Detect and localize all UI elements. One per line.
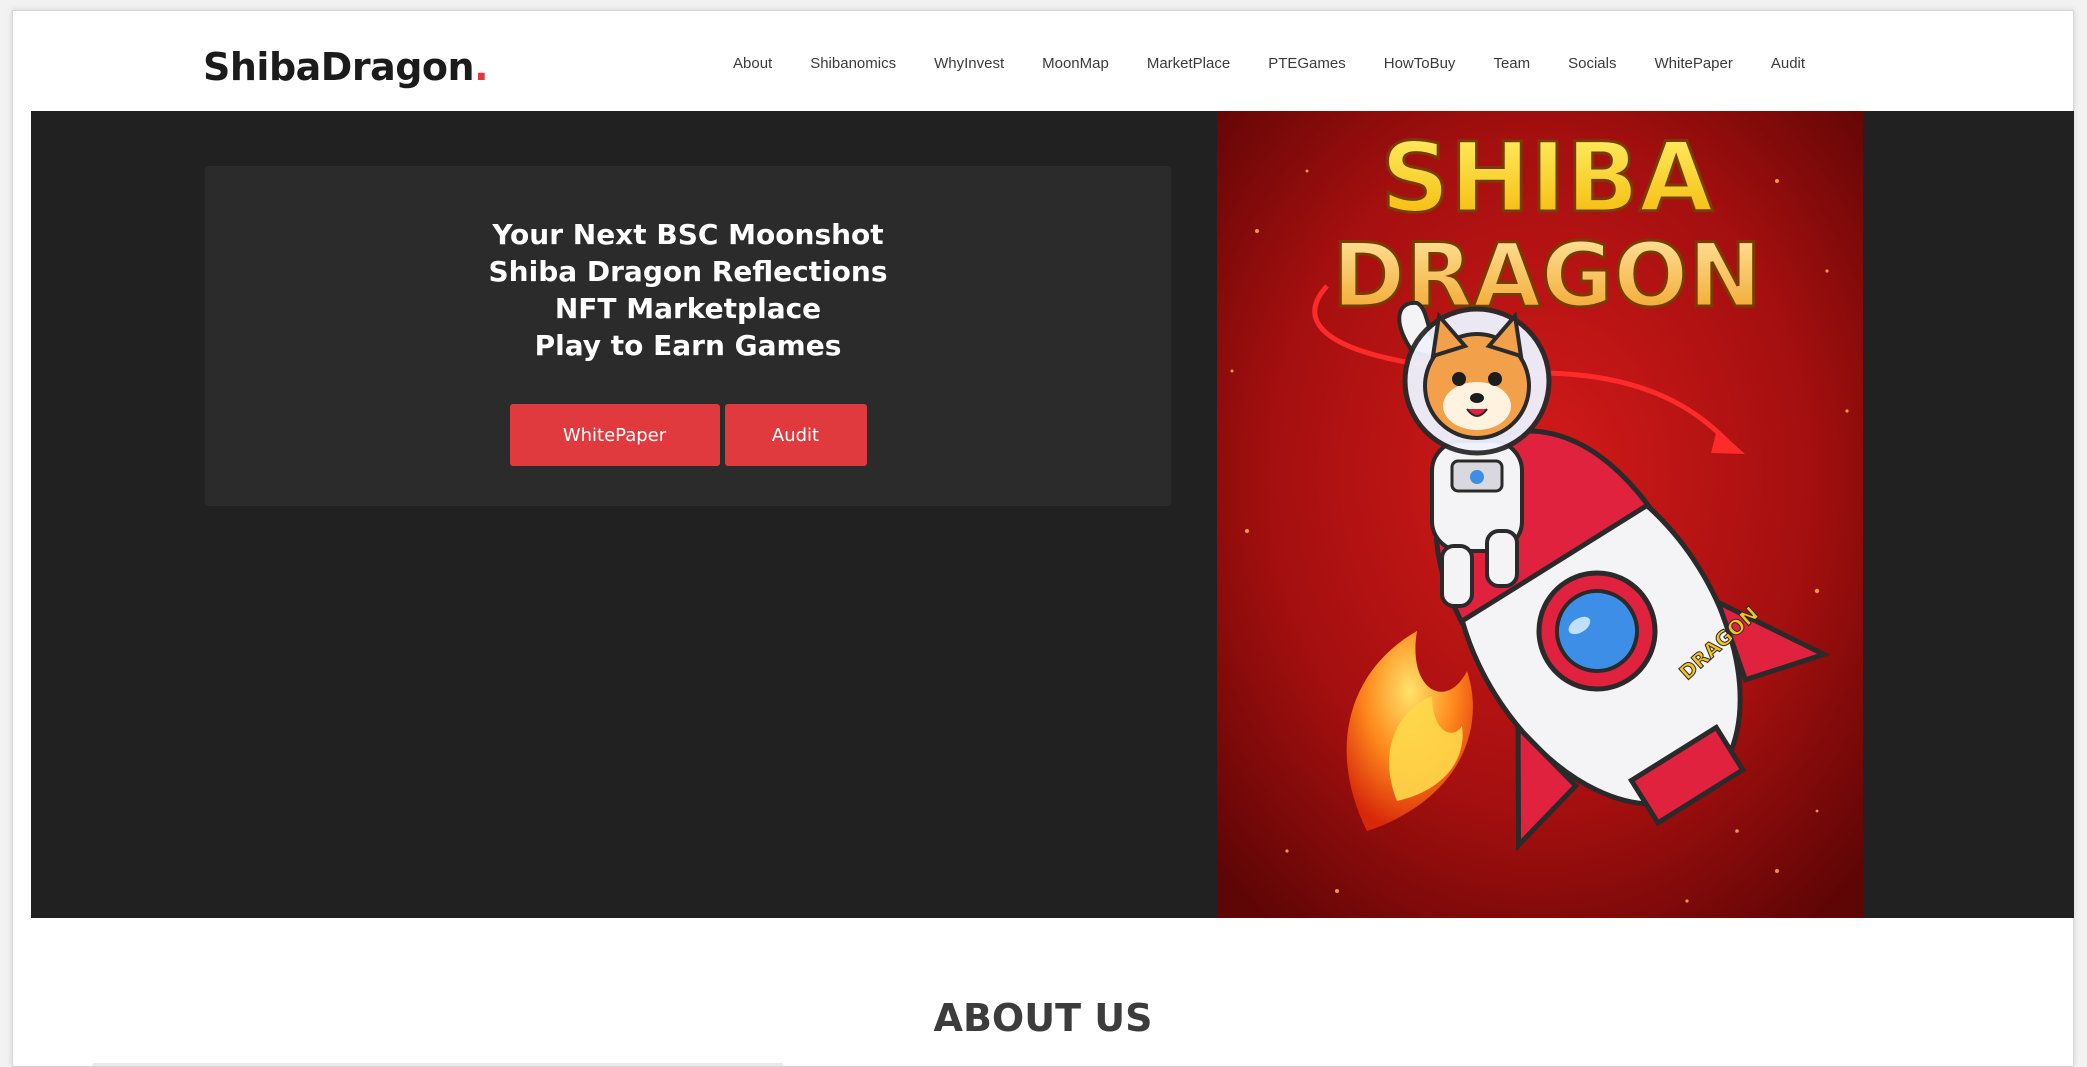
hero-line-games: Play to Earn Games — [534, 329, 842, 362]
nav-item-moonmap[interactable]: MoonMap — [1042, 55, 1109, 72]
nav-item-ptegames[interactable]: PTEGames — [1268, 55, 1346, 72]
nav-item-audit[interactable]: Audit — [1771, 55, 1805, 72]
brand-name: ShibaDragon — [203, 45, 475, 89]
nav-item-shibanomics[interactable]: Shibanomics — [810, 55, 896, 72]
nav-item-team[interactable]: Team — [1493, 55, 1530, 72]
whitepaper-button[interactable]: WhitePaper — [509, 404, 720, 466]
hero-button-group: WhitePaper Audit — [205, 404, 1171, 466]
hero-headline: Your Next BSC Moonshot Shiba Dragon Refl… — [205, 216, 1171, 364]
hero-card: Your Next BSC Moonshot Shiba Dragon Refl… — [205, 166, 1171, 506]
poster-title-shiba: SHIBA — [1381, 122, 1714, 234]
nav-item-about[interactable]: About — [733, 55, 772, 72]
brand-logo[interactable]: ShibaDragon. — [203, 45, 489, 89]
about-heading: ABOUT US — [933, 996, 1153, 1040]
nav-item-socials[interactable]: Socials — [1568, 55, 1616, 72]
hero-line-nft: NFT Marketplace — [554, 292, 822, 325]
poster-title-dragon: DRAGON — [1332, 224, 1762, 327]
browser-page: ShibaDragon. About Shibanomics WhyInvest… — [12, 10, 2074, 1067]
site-header: ShibaDragon. About Shibanomics WhyInvest… — [13, 11, 2073, 111]
nav-item-howtobuy[interactable]: HowToBuy — [1384, 55, 1456, 72]
nav-item-whitepaper[interactable]: WhitePaper — [1654, 55, 1732, 72]
hero-line-reflections: Shiba Dragon Reflections — [488, 255, 888, 288]
nav-item-whyinvest[interactable]: WhyInvest — [934, 55, 1004, 72]
hero-section: Your Next BSC Moonshot Shiba Dragon Refl… — [31, 111, 2074, 918]
shiba-dragon-poster: SHIBA DRAGON DRAGON — [1217, 111, 1863, 918]
nav-item-marketplace[interactable]: MarketPlace — [1147, 55, 1230, 72]
about-divider — [93, 1063, 783, 1066]
main-nav: About Shibanomics WhyInvest MoonMap Mark… — [733, 55, 1843, 72]
poster-illustration: SHIBA DRAGON DRAGON — [1217, 111, 1863, 918]
audit-button[interactable]: Audit — [724, 404, 867, 466]
hero-line-moonshot: Your Next BSC Moonshot — [492, 218, 884, 251]
brand-dot: . — [474, 45, 489, 89]
